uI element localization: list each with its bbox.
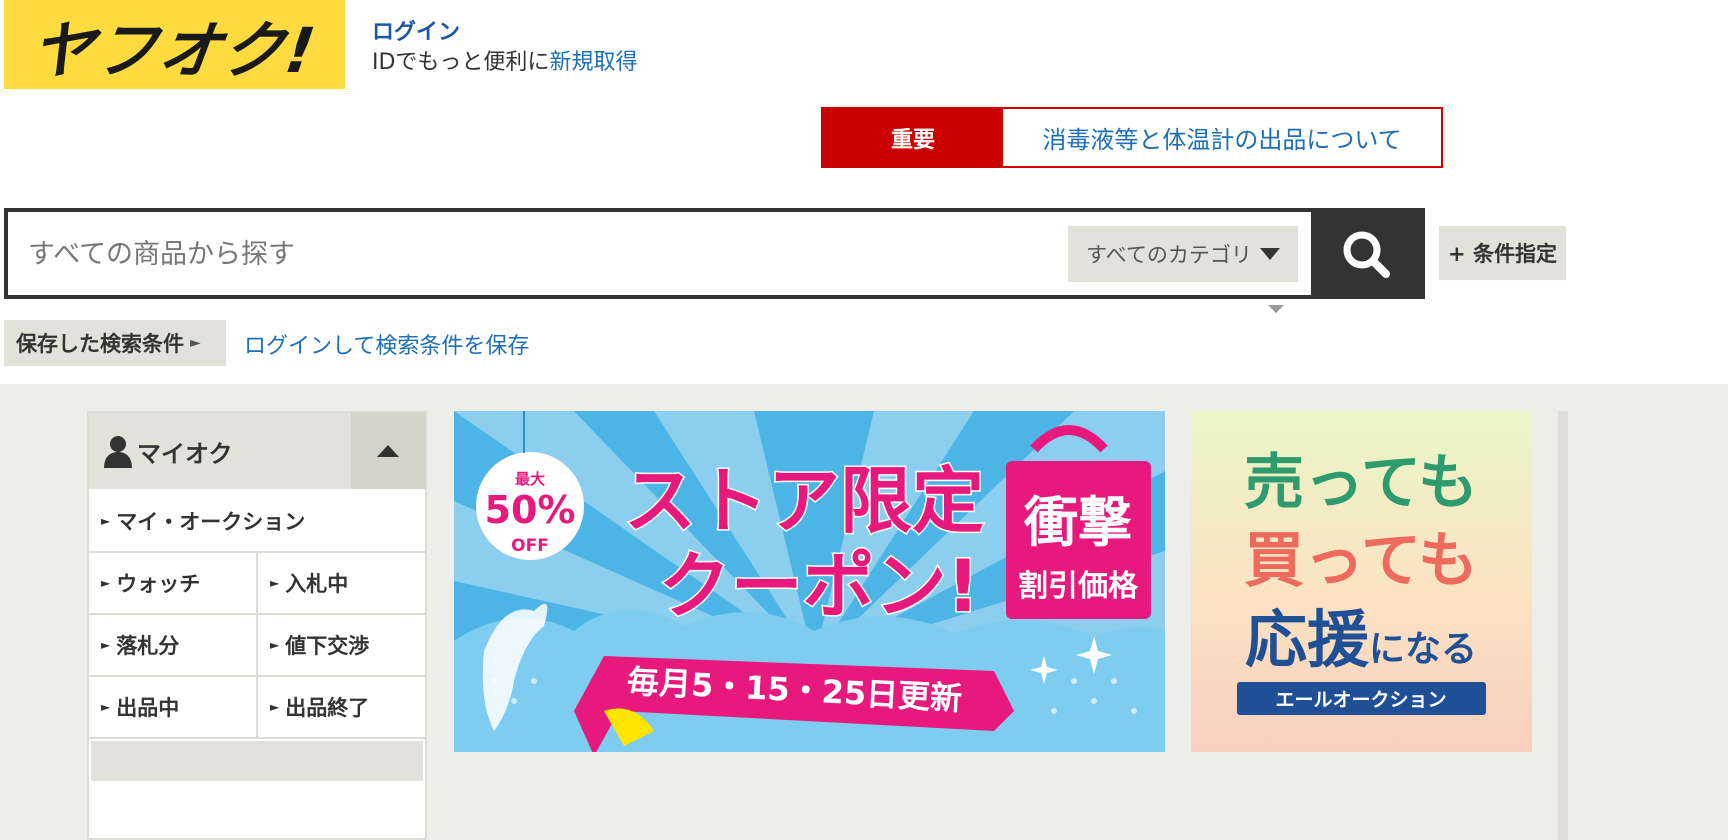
login-link[interactable]: ログイン xyxy=(372,14,637,45)
store-coupon-graphic: 最大 50% OFF ストア限定 クーポン! 衝撃 割引価格 毎月5・15・25… xyxy=(454,411,1165,752)
yell-line2: 買っても xyxy=(1244,526,1478,596)
price-negotiation-link-label: 値下交渉 xyxy=(285,634,370,658)
badge-percent-text: 50% xyxy=(485,488,576,532)
chevron-right-icon: ► xyxy=(101,700,111,714)
chevron-right-icon: ► xyxy=(101,514,111,528)
search-bar: すべてのカテゴリ xyxy=(4,208,1425,299)
chevron-down-icon xyxy=(1259,248,1280,260)
saved-search-tab[interactable]: 保存した検索条件 ► xyxy=(4,320,226,366)
category-select-label: すべてのカテゴリ xyxy=(1086,243,1252,267)
sold-ended-link[interactable]: ► 出品終了 xyxy=(256,677,425,737)
bidding-link-label: 入札中 xyxy=(285,572,349,596)
chevron-right-icon: ► xyxy=(190,335,201,351)
logo-text: ヤフオク! xyxy=(26,13,322,87)
headline-line1: ストア限定 xyxy=(624,459,984,543)
my-auction-more-row[interactable] xyxy=(91,741,423,781)
yell-line3-big: 応援 xyxy=(1245,603,1370,676)
selling-link-label: 出品中 xyxy=(116,696,180,720)
save-search-login-link[interactable]: ログインして検索条件を保存 xyxy=(244,328,529,360)
price-negotiation-link[interactable]: ► 値下交渉 xyxy=(256,615,425,675)
my-auction-title[interactable]: マイオク xyxy=(103,434,233,469)
notice-link[interactable]: 消毒液等と体温計の出品について xyxy=(1003,109,1441,166)
watch-link[interactable]: ► ウォッチ xyxy=(89,553,256,613)
my-auction-row: ► マイ・オークション xyxy=(89,491,425,553)
bidding-link[interactable]: ► 入札中 xyxy=(256,553,425,613)
badge-top-text: 最大 xyxy=(515,470,545,488)
yell-auction-graphic: 売っても 買っても 応援になる エールオークション xyxy=(1191,411,1532,752)
login-sub-label: IDでもっと便利に xyxy=(372,50,550,75)
collapse-button[interactable] xyxy=(351,413,425,489)
chevron-right-icon: ► xyxy=(270,700,280,714)
chevron-up-icon xyxy=(377,445,399,457)
headline-line2: クーポン! xyxy=(659,544,980,628)
advanced-search-button[interactable]: + 条件指定 xyxy=(1439,226,1566,280)
my-auction-header: マイオク xyxy=(89,413,425,491)
scroll-edge xyxy=(1558,411,1568,840)
won-link-label: 落札分 xyxy=(116,634,180,658)
my-auction-title-label: マイオク xyxy=(137,439,233,468)
chevron-right-icon: ► xyxy=(101,576,111,590)
watch-link-label: ウォッチ xyxy=(116,572,201,596)
my-auction-row: ► ウォッチ ► 入札中 xyxy=(89,553,425,615)
category-select[interactable]: すべてのカテゴリ xyxy=(1068,226,1298,282)
search-button[interactable] xyxy=(1311,212,1421,295)
store-coupon-banner[interactable]: 最大 50% OFF ストア限定 クーポン! 衝撃 割引価格 毎月5・15・25… xyxy=(454,411,1165,752)
yahuoku-logo[interactable]: ヤフオク! xyxy=(4,0,345,89)
search-icon xyxy=(1343,231,1390,278)
my-auction-row: ► 落札分 ► 値下交渉 xyxy=(89,615,425,677)
person-icon xyxy=(104,436,132,468)
bag-line2: 割引価格 xyxy=(1018,569,1139,604)
saved-search-label: 保存した検索条件 xyxy=(16,332,184,356)
badge-off-text: OFF xyxy=(511,536,549,556)
yell-auction-banner[interactable]: 売っても 買っても 応援になる エールオークション xyxy=(1191,411,1532,752)
search-input[interactable] xyxy=(28,230,1048,278)
register-link[interactable]: 新規取得 xyxy=(549,50,637,75)
my-auction-panel: マイオク ► マイ・オークション ► ウォッチ ► 入札中 ► 落札分 ► 値下… xyxy=(87,411,427,840)
won-link[interactable]: ► 落札分 xyxy=(89,615,256,675)
login-subtext: IDでもっと便利に新規取得 xyxy=(372,44,637,76)
yell-line3-small: になる xyxy=(1369,629,1477,670)
yell-tag: エールオークション xyxy=(1275,689,1446,711)
my-auction-link-label: マイ・オークション xyxy=(116,510,306,534)
selling-link[interactable]: ► 出品中 xyxy=(89,677,256,737)
my-auction-link[interactable]: ► マイ・オークション xyxy=(89,491,425,551)
important-notice: 重要 消毒液等と体温計の出品について xyxy=(821,107,1443,168)
my-auction-row: ► 出品中 ► 出品終了 xyxy=(89,677,425,739)
expand-arrow-icon[interactable] xyxy=(1268,305,1284,313)
chevron-right-icon: ► xyxy=(270,638,280,652)
bag-line1: 衝撃 xyxy=(1023,491,1132,554)
notice-badge: 重要 xyxy=(823,109,1003,166)
login-block: ログイン IDでもっと便利に新規取得 xyxy=(372,14,637,76)
sold-ended-link-label: 出品終了 xyxy=(285,696,370,720)
chevron-right-icon: ► xyxy=(270,576,280,590)
chevron-right-icon: ► xyxy=(101,638,111,652)
yell-line1: 売っても xyxy=(1244,448,1478,518)
